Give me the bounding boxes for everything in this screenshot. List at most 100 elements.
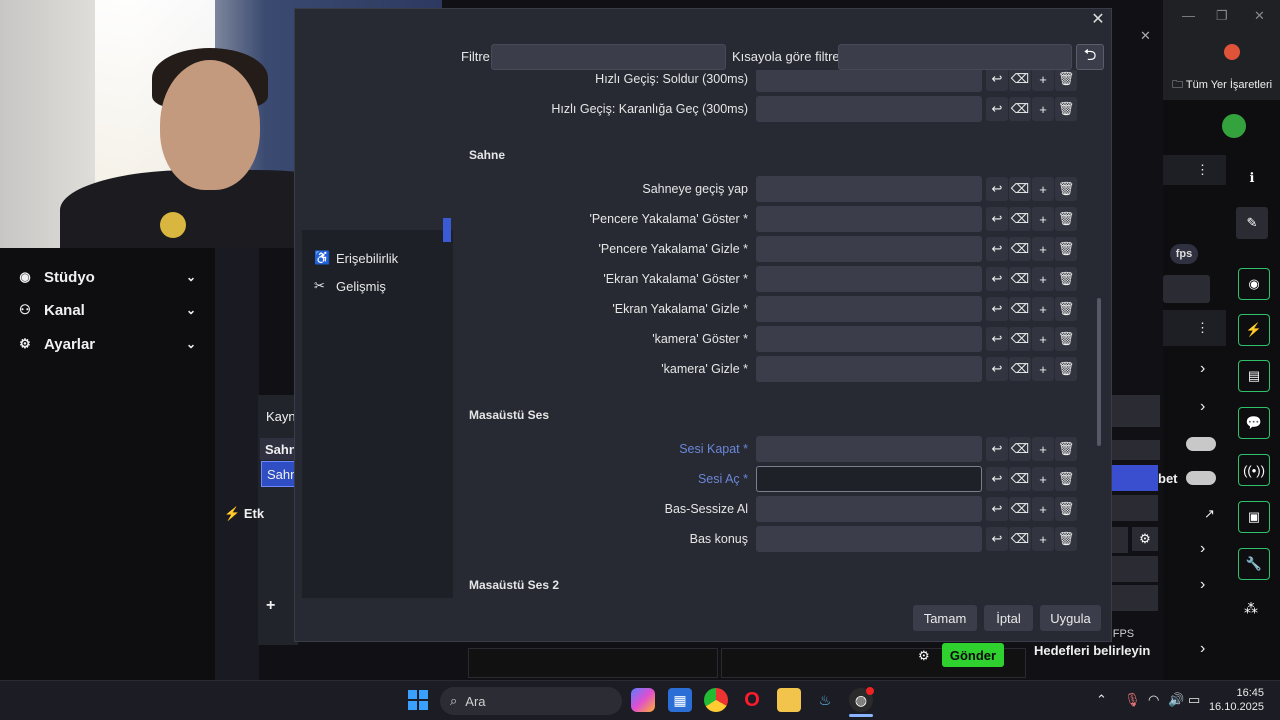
hotkey-input[interactable]: [756, 176, 982, 202]
revert-button[interactable]: ↩: [986, 437, 1008, 461]
clear-button[interactable]: ⌫: [1009, 467, 1031, 491]
delete-button[interactable]: 🗑: [1055, 97, 1077, 121]
battery-icon[interactable]: ▭: [1188, 692, 1200, 708]
delete-button[interactable]: 🗑: [1055, 437, 1077, 461]
taskbar-search[interactable]: ⌕ Ara: [440, 687, 622, 715]
minimize-icon[interactable]: —: [1182, 8, 1195, 23]
toggle-switch[interactable]: [1186, 471, 1216, 485]
revert-button[interactable]: ↩: [986, 267, 1008, 291]
camera-tool-icon[interactable]: ◉: [1238, 268, 1270, 300]
revert-button[interactable]: ↩: [986, 97, 1008, 121]
toggle-switch[interactable]: [1186, 437, 1216, 451]
clear-button[interactable]: ⌫: [1009, 437, 1031, 461]
add-button[interactable]: +: [1032, 177, 1054, 201]
chevron-right-icon[interactable]: ›: [1200, 398, 1205, 416]
delete-button[interactable]: 🗑: [1055, 70, 1077, 91]
hotkey-input[interactable]: [756, 236, 982, 262]
microphone-icon[interactable]: 🎙: [1124, 692, 1141, 708]
more-icon[interactable]: ⋮: [1196, 320, 1209, 336]
shortcut-filter-input[interactable]: [838, 44, 1072, 70]
chevron-right-icon[interactable]: ›: [1200, 360, 1205, 378]
cancel-button[interactable]: İptal: [984, 605, 1033, 631]
nav-item-settings[interactable]: ⚙ Ayarlar ⌄: [16, 330, 206, 358]
avatar[interactable]: [1222, 114, 1246, 138]
delete-button[interactable]: 🗑: [1055, 177, 1077, 201]
gear-icon[interactable]: ⚙: [1132, 527, 1158, 551]
hotkey-input[interactable]: [756, 356, 982, 382]
revert-button[interactable]: ↩: [986, 467, 1008, 491]
delete-button[interactable]: 🗑: [1055, 267, 1077, 291]
revert-button[interactable]: ↩: [986, 237, 1008, 261]
ok-button[interactable]: Tamam: [913, 605, 977, 631]
revert-button[interactable]: ↩: [986, 297, 1008, 321]
add-button[interactable]: +: [1032, 207, 1054, 231]
chevron-right-icon[interactable]: ›: [1200, 540, 1205, 558]
windows-start-icon[interactable]: [408, 690, 428, 710]
delete-button[interactable]: 🗑: [1055, 497, 1077, 521]
copilot-icon[interactable]: [631, 688, 655, 712]
close-icon[interactable]: ✕: [1140, 28, 1151, 44]
add-button[interactable]: +: [1032, 497, 1054, 521]
lightning-icon[interactable]: ⚡: [1238, 314, 1270, 346]
clear-button[interactable]: ⌫: [1009, 357, 1031, 381]
add-scene-icon[interactable]: +: [266, 597, 275, 615]
chevron-right-icon[interactable]: ›: [1200, 640, 1205, 658]
chevron-right-icon[interactable]: ›: [1200, 576, 1205, 594]
add-button[interactable]: +: [1032, 297, 1054, 321]
file-explorer-icon[interactable]: [777, 688, 801, 712]
hotkey-input[interactable]: [756, 326, 982, 352]
hotkey-input[interactable]: [756, 96, 982, 122]
filter-input[interactable]: [491, 44, 726, 70]
delete-button[interactable]: 🗑: [1055, 327, 1077, 351]
maximize-icon[interactable]: ❐: [1216, 8, 1228, 24]
info-icon[interactable]: ℹ: [1236, 162, 1268, 194]
add-button[interactable]: +: [1032, 97, 1054, 121]
reset-filter-button[interactable]: ⮌: [1076, 44, 1104, 70]
nav-item-channel[interactable]: ⚇ Kanal ⌄: [16, 296, 206, 324]
taskbar-clock[interactable]: 16:45 16.10.2025: [1200, 686, 1264, 714]
add-button[interactable]: +: [1032, 327, 1054, 351]
graph-icon[interactable]: ⁂: [1244, 600, 1258, 617]
clear-button[interactable]: ⌫: [1009, 297, 1031, 321]
chrome-icon[interactable]: [704, 688, 728, 712]
sidebar-item-advanced[interactable]: ✂ Gelişmiş: [314, 276, 386, 296]
profile-avatar[interactable]: [1224, 44, 1240, 60]
revert-button[interactable]: ↩: [986, 177, 1008, 201]
revert-button[interactable]: ↩: [986, 70, 1008, 91]
add-button[interactable]: +: [1032, 267, 1054, 291]
revert-button[interactable]: ↩: [986, 357, 1008, 381]
add-button[interactable]: +: [1032, 437, 1054, 461]
add-button[interactable]: +: [1032, 467, 1054, 491]
clear-button[interactable]: ⌫: [1009, 97, 1031, 121]
hotkey-input[interactable]: [756, 466, 982, 492]
more-icon[interactable]: ⋮: [1196, 162, 1209, 178]
delete-button[interactable]: 🗑: [1055, 237, 1077, 261]
gear-icon[interactable]: ⚙: [918, 648, 930, 664]
hotkey-input[interactable]: [756, 70, 982, 92]
chart-icon[interactable]: ↗: [1204, 506, 1215, 522]
wrench-icon[interactable]: 🔧: [1238, 548, 1270, 580]
clear-button[interactable]: ⌫: [1009, 327, 1031, 351]
revert-button[interactable]: ↩: [986, 497, 1008, 521]
close-icon[interactable]: ✕: [1254, 8, 1265, 24]
close-icon[interactable]: ✕: [1090, 12, 1106, 28]
document-icon[interactable]: ▤: [1238, 360, 1270, 392]
clear-button[interactable]: ⌫: [1009, 177, 1031, 201]
scrollbar[interactable]: [1097, 298, 1101, 446]
edit-icon[interactable]: ✎: [1236, 207, 1268, 239]
add-button[interactable]: +: [1032, 237, 1054, 261]
revert-button[interactable]: ↩: [986, 207, 1008, 231]
nav-item-studio[interactable]: ◉ Stüdyo ⌄: [16, 263, 206, 291]
hotkey-input[interactable]: [756, 436, 982, 462]
steam-icon[interactable]: ♨: [813, 688, 837, 712]
send-button[interactable]: Gönder: [942, 643, 1004, 667]
bookmarks-folder[interactable]: 🗀 Tüm Yer İşaretleri: [1172, 76, 1272, 95]
clear-button[interactable]: ⌫: [1009, 497, 1031, 521]
clear-button[interactable]: ⌫: [1009, 267, 1031, 291]
clear-button[interactable]: ⌫: [1009, 527, 1031, 551]
chevron-up-icon[interactable]: ⌃: [1096, 692, 1107, 708]
add-button[interactable]: +: [1032, 70, 1054, 91]
delete-button[interactable]: 🗑: [1055, 357, 1077, 381]
add-button[interactable]: +: [1032, 357, 1054, 381]
delete-button[interactable]: 🗑: [1055, 207, 1077, 231]
